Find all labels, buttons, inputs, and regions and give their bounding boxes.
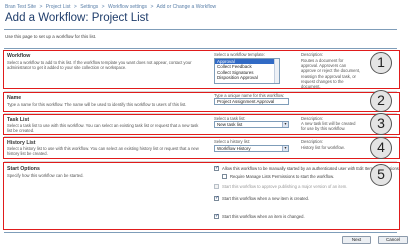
start-on-create-checkbox[interactable]: [214, 195, 219, 201]
breadcrumb-link-settings[interactable]: Settings: [80, 4, 98, 10]
history-list-description-label: Description:: [301, 139, 324, 144]
callout-number-2: 2: [370, 90, 392, 112]
name-section-description: Type a name for this workflow. The name …: [7, 102, 187, 107]
history-list-section-description: Select a history list to use with this w…: [7, 146, 199, 157]
callout-number-5: 5: [370, 164, 392, 186]
start-options-section-description: Specify how this workflow can be started…: [7, 173, 84, 178]
workflow-description-text: Routes a document for approval. Approver…: [301, 58, 361, 90]
breadcrumb-link-site[interactable]: Bran Test Site: [5, 4, 36, 10]
task-list-select[interactable]: New task list ▼: [214, 121, 289, 128]
workflow-section-title: Workflow: [7, 53, 31, 59]
breadcrumb-separator: >: [101, 4, 105, 10]
name-section-title: Name: [7, 95, 22, 101]
breadcrumb-separator: >: [73, 4, 77, 10]
allow-manual-start-checkbox[interactable]: [214, 165, 219, 171]
form-bottom-divider: [4, 232, 397, 233]
start-on-create-label: Start this workflow when a new item is c…: [222, 196, 310, 201]
require-manage-lists-label: Require Manage Lists Permissions to star…: [230, 174, 335, 179]
workflow-section-description: Select a workflow to add to this list. I…: [7, 60, 192, 71]
start-on-change-label: Start this workflow when an item is chan…: [222, 214, 305, 219]
next-button[interactable]: Next: [342, 236, 371, 244]
breadcrumb-separator: >: [150, 4, 154, 10]
page-title: Add a Workflow: Project List: [5, 12, 149, 24]
breadcrumb: Bran Test Site > Project List > Settings…: [5, 4, 218, 10]
require-manage-lists-checkbox[interactable]: [222, 174, 227, 179]
intro-text: Use this page to set up a workflow for t…: [5, 34, 97, 39]
history-list-label: Select a history list:: [214, 139, 251, 144]
task-list-value: New task list: [217, 122, 243, 127]
workflow-template-option[interactable]: Disposition Approval: [215, 75, 279, 80]
breadcrumb-current: Add or Change a Workflow: [156, 4, 217, 10]
history-list-description-text: History list for workflow.: [301, 145, 345, 150]
dropdown-arrow-icon[interactable]: ▼: [282, 122, 288, 127]
start-major-version-label: Start this workflow to approve publishin…: [222, 184, 348, 189]
breadcrumb-link-workflow-settings[interactable]: Workflow settings: [108, 4, 147, 10]
callout-number-4: 4: [370, 137, 392, 159]
form-top-divider: [4, 48, 397, 49]
start-major-version-checkbox: [214, 184, 219, 189]
history-list-value: Workflow History: [217, 146, 251, 151]
callout-number-1: 1: [370, 52, 392, 74]
cancel-button[interactable]: Cancel: [378, 236, 408, 244]
callout-number-3: 3: [370, 113, 392, 135]
breadcrumb-link-list[interactable]: Project List: [46, 4, 71, 10]
start-options-section-title: Start Options: [7, 166, 40, 172]
task-list-description-text: A new task list will be created for use …: [301, 121, 356, 132]
workflow-name-input[interactable]: Project Assignment Approval: [214, 98, 289, 105]
history-list-select[interactable]: Workflow History ▼: [214, 145, 289, 152]
title-divider: [4, 29, 397, 30]
workflow-description-label: Description:: [301, 52, 324, 57]
start-on-change-checkbox[interactable]: [214, 213, 219, 219]
workflow-template-label: Select a workflow template:: [214, 52, 265, 57]
workflow-template-listbox[interactable]: Approval Collect Feedback Collect Signat…: [214, 58, 280, 84]
listbox-scrollbar[interactable]: [274, 59, 279, 83]
task-list-section-description: Select a task list to use with this work…: [7, 123, 199, 134]
breadcrumb-separator: >: [39, 4, 43, 10]
dropdown-arrow-icon[interactable]: ▼: [282, 146, 288, 151]
